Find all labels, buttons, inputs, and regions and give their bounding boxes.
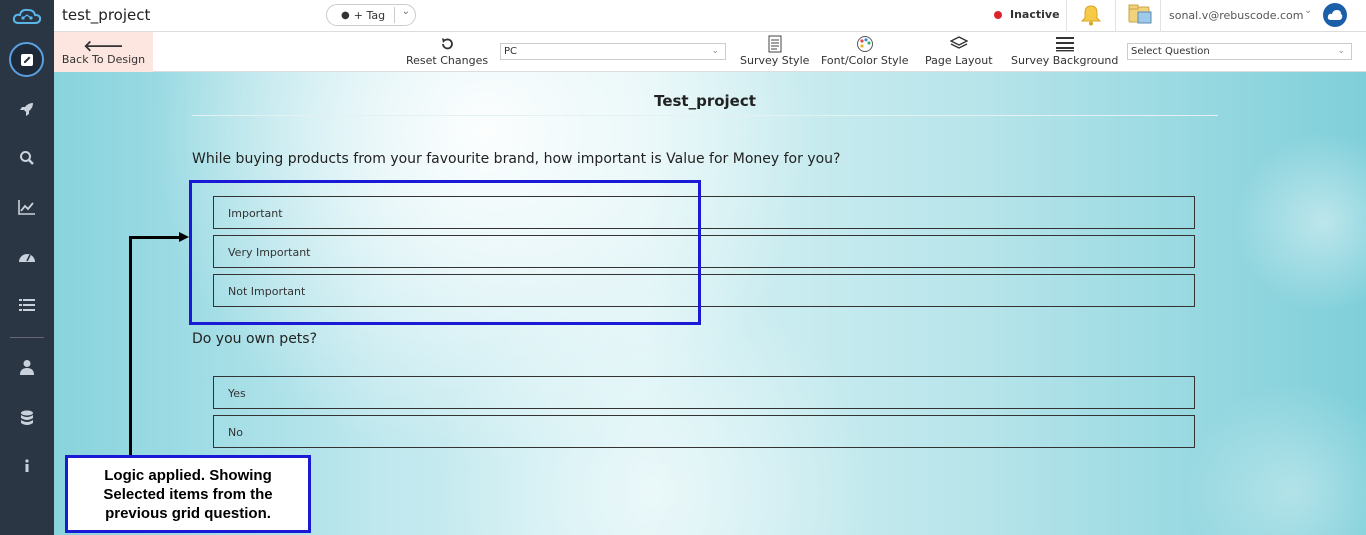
- status-indicator[interactable]: Inactive: [994, 8, 1060, 21]
- sidebar-item-launch[interactable]: [0, 89, 54, 129]
- palette-icon: [856, 34, 874, 54]
- info-icon: [25, 459, 29, 472]
- chevron-down-icon: ⌄: [1337, 46, 1345, 56]
- select-question-placeholder: Select Question: [1131, 46, 1210, 57]
- select-question-dropdown[interactable]: Select Question ⌄: [1127, 43, 1352, 60]
- dashboard-icon: [19, 254, 35, 262]
- document-icon: [768, 34, 782, 54]
- annotation-arrow-line: [129, 236, 181, 239]
- answer-option[interactable]: No: [213, 415, 1195, 448]
- chevron-down-icon[interactable]: ⌄: [1304, 5, 1312, 16]
- app-logo[interactable]: [0, 0, 54, 32]
- device-select[interactable]: PC ⌄: [500, 43, 726, 60]
- annotation-callout: Logic applied. Showing Selected items fr…: [65, 455, 311, 533]
- cloud-logo-icon: [12, 8, 42, 24]
- search-icon: [20, 151, 34, 165]
- chevron-down-icon[interactable]: ⌄: [402, 6, 410, 17]
- sidebar-item-dashboard[interactable]: [0, 236, 54, 276]
- edit-icon: [20, 53, 33, 66]
- status-dot: [994, 10, 1002, 19]
- question-1-text: While buying products from your favourit…: [192, 151, 841, 167]
- notification-bell-icon[interactable]: [1080, 3, 1102, 31]
- avatar[interactable]: [1323, 3, 1347, 27]
- layers-icon: [949, 34, 968, 54]
- callout-line: previous grid question.: [105, 505, 271, 522]
- font-color-style-button[interactable]: Font/Color Style: [821, 34, 909, 67]
- sidebar: [0, 32, 54, 535]
- design-toolbar: 🡐 Back To Design Reset Changes PC ⌄ Surv…: [54, 32, 1366, 72]
- survey-style-button[interactable]: Survey Style: [740, 34, 809, 67]
- rocket-icon: [20, 103, 33, 116]
- sidebar-item-info[interactable]: [0, 446, 54, 486]
- user-email[interactable]: sonal.v@rebuscode.com: [1169, 9, 1304, 22]
- annotation-highlight-box: [189, 180, 701, 325]
- callout-line: Logic applied. Showing: [104, 467, 272, 484]
- project-name: test_project: [62, 6, 151, 24]
- device-select-value: PC: [504, 46, 518, 57]
- database-icon: [21, 410, 33, 425]
- sidebar-item-analytics[interactable]: [0, 187, 54, 227]
- list-icon: [19, 299, 35, 311]
- font-color-style-label: Font/Color Style: [821, 54, 909, 67]
- analytics-icon: [18, 200, 35, 215]
- reset-icon: [440, 34, 454, 54]
- survey-background-label: Survey Background: [1011, 54, 1119, 67]
- annotation-arrow-line: [129, 236, 132, 456]
- page-layout-button[interactable]: Page Layout: [925, 34, 993, 67]
- page-layout-label: Page Layout: [925, 54, 993, 67]
- survey-preview: Test_project While buying products from …: [54, 72, 1366, 535]
- user-icon: [20, 360, 34, 375]
- back-to-design-button[interactable]: 🡐 Back To Design: [54, 32, 153, 72]
- chevron-down-icon: ⌄: [711, 46, 719, 56]
- survey-title: Test_project: [654, 92, 756, 110]
- reset-changes-label: Reset Changes: [406, 54, 489, 67]
- back-to-design-label: Back To Design: [61, 52, 146, 66]
- cloud-avatar-icon: [1327, 10, 1343, 20]
- top-bar: test_project ● + Tag ⌄ Inactive sonal.v@…: [0, 0, 1366, 32]
- question-2-text: Do you own pets?: [192, 331, 318, 347]
- reset-changes-button[interactable]: Reset Changes: [406, 34, 488, 67]
- survey-style-label: Survey Style: [740, 54, 810, 67]
- survey-background-button[interactable]: Survey Background: [1011, 34, 1118, 67]
- sidebar-item-list[interactable]: [0, 285, 54, 325]
- callout-line: Selected items from the: [103, 486, 273, 503]
- sidebar-item-database[interactable]: [0, 398, 54, 438]
- sidebar-item-search[interactable]: [0, 138, 54, 178]
- arrow-left-icon: 🡐: [83, 36, 124, 55]
- annotation-arrow-head: [179, 232, 189, 242]
- menu-lines-icon: [1055, 34, 1074, 54]
- status-label: Inactive: [1010, 8, 1060, 21]
- tag-button-label: + Tag: [353, 8, 386, 22]
- title-divider: [192, 115, 1218, 116]
- folder-icon[interactable]: [1128, 3, 1152, 29]
- sidebar-item-users[interactable]: [0, 347, 54, 387]
- tag-icon: ●: [341, 9, 350, 21]
- add-tag-button[interactable]: ● + Tag ⌄: [326, 4, 416, 26]
- sidebar-item-design[interactable]: [9, 42, 44, 77]
- answer-option[interactable]: Yes: [213, 376, 1195, 409]
